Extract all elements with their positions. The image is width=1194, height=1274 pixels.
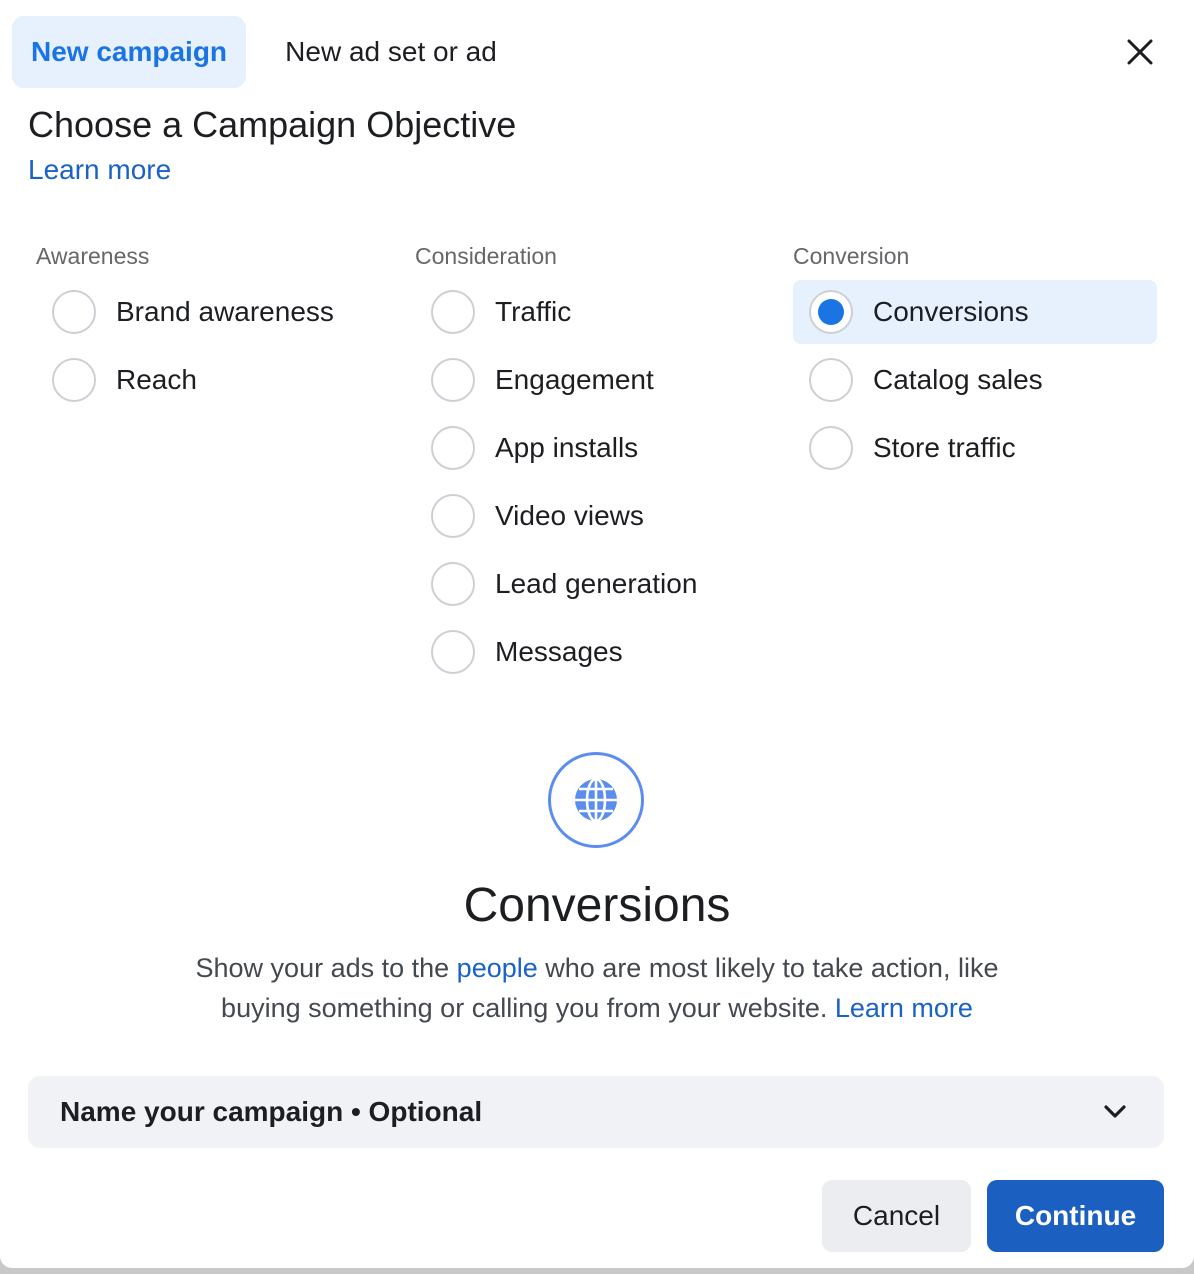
radio-button[interactable] bbox=[52, 290, 96, 334]
radio-dot bbox=[818, 299, 844, 325]
option-brand-awareness[interactable]: Brand awareness bbox=[36, 280, 400, 344]
chevron-down-icon bbox=[1104, 1105, 1126, 1118]
radio-button[interactable] bbox=[809, 358, 853, 402]
awareness-heading: Awareness bbox=[36, 243, 150, 269]
consideration-heading: Consideration bbox=[415, 243, 557, 269]
option-engagement[interactable]: Engagement bbox=[415, 348, 779, 412]
consideration-column: Consideration Traffic Engagement App ins… bbox=[415, 238, 779, 688]
option-lead-generation[interactable]: Lead generation bbox=[415, 552, 779, 616]
name-campaign-label: Name your campaign • Optional bbox=[60, 1096, 483, 1127]
tab-new-ad-set-or-ad[interactable]: New ad set or ad bbox=[262, 16, 520, 88]
radio-button[interactable] bbox=[431, 630, 475, 674]
tab-new-campaign[interactable]: New campaign bbox=[12, 16, 246, 88]
option-label: Engagement bbox=[495, 364, 654, 395]
name-campaign-expander[interactable]: Name your campaign • Optional bbox=[28, 1076, 1164, 1148]
option-app-installs[interactable]: App installs bbox=[415, 416, 779, 480]
awareness-column: Awareness Brand awareness Reach bbox=[36, 238, 400, 416]
option-label: Catalog sales bbox=[873, 364, 1043, 395]
continue-button[interactable]: Continue bbox=[987, 1180, 1164, 1252]
cancel-button[interactable]: Cancel bbox=[822, 1180, 971, 1252]
conversion-column: Conversion Conversions Catalog sales Sto… bbox=[793, 238, 1157, 484]
radio-button[interactable] bbox=[431, 358, 475, 402]
option-label: Traffic bbox=[495, 296, 572, 327]
option-label: Video views bbox=[495, 500, 644, 531]
option-conversions[interactable]: Conversions bbox=[793, 280, 1157, 344]
radio-button[interactable] bbox=[52, 358, 96, 402]
learn-more-link[interactable]: Learn more bbox=[28, 154, 171, 186]
page-title: Choose a Campaign Objective bbox=[28, 104, 517, 145]
radio-button[interactable] bbox=[431, 426, 475, 470]
learn-more-link[interactable]: Learn more bbox=[835, 993, 973, 1023]
conversion-heading: Conversion bbox=[793, 243, 910, 269]
option-label: Store traffic bbox=[873, 432, 1016, 463]
option-label: Conversions bbox=[873, 296, 1029, 327]
description-text: Show your ads to the bbox=[195, 953, 457, 983]
radio-button-selected[interactable] bbox=[809, 290, 853, 334]
option-label: App installs bbox=[495, 432, 639, 463]
option-catalog-sales[interactable]: Catalog sales bbox=[793, 348, 1157, 412]
option-store-traffic[interactable]: Store traffic bbox=[793, 416, 1157, 480]
close-icon bbox=[1127, 39, 1153, 65]
objective-description: Show your ads to the people who are most… bbox=[160, 948, 1034, 1028]
option-label: Lead generation bbox=[495, 568, 698, 599]
globe-icon bbox=[548, 752, 644, 848]
campaign-objective-dialog: New campaign New ad set or ad Choose a C… bbox=[0, 0, 1194, 1268]
radio-button[interactable] bbox=[431, 494, 475, 538]
option-reach[interactable]: Reach bbox=[36, 348, 400, 412]
radio-button[interactable] bbox=[431, 562, 475, 606]
radio-button[interactable] bbox=[809, 426, 853, 470]
objective-title: Conversions bbox=[463, 879, 731, 932]
globe-icon-svg bbox=[575, 777, 617, 823]
option-video-views[interactable]: Video views bbox=[415, 484, 779, 548]
radio-button[interactable] bbox=[431, 290, 475, 334]
option-traffic[interactable]: Traffic bbox=[415, 280, 779, 344]
close-button[interactable] bbox=[1116, 28, 1164, 76]
people-link[interactable]: people bbox=[457, 953, 538, 983]
option-messages[interactable]: Messages bbox=[415, 620, 779, 684]
option-label: Messages bbox=[495, 636, 623, 667]
option-label: Reach bbox=[116, 364, 197, 395]
option-label: Brand awareness bbox=[116, 296, 334, 327]
